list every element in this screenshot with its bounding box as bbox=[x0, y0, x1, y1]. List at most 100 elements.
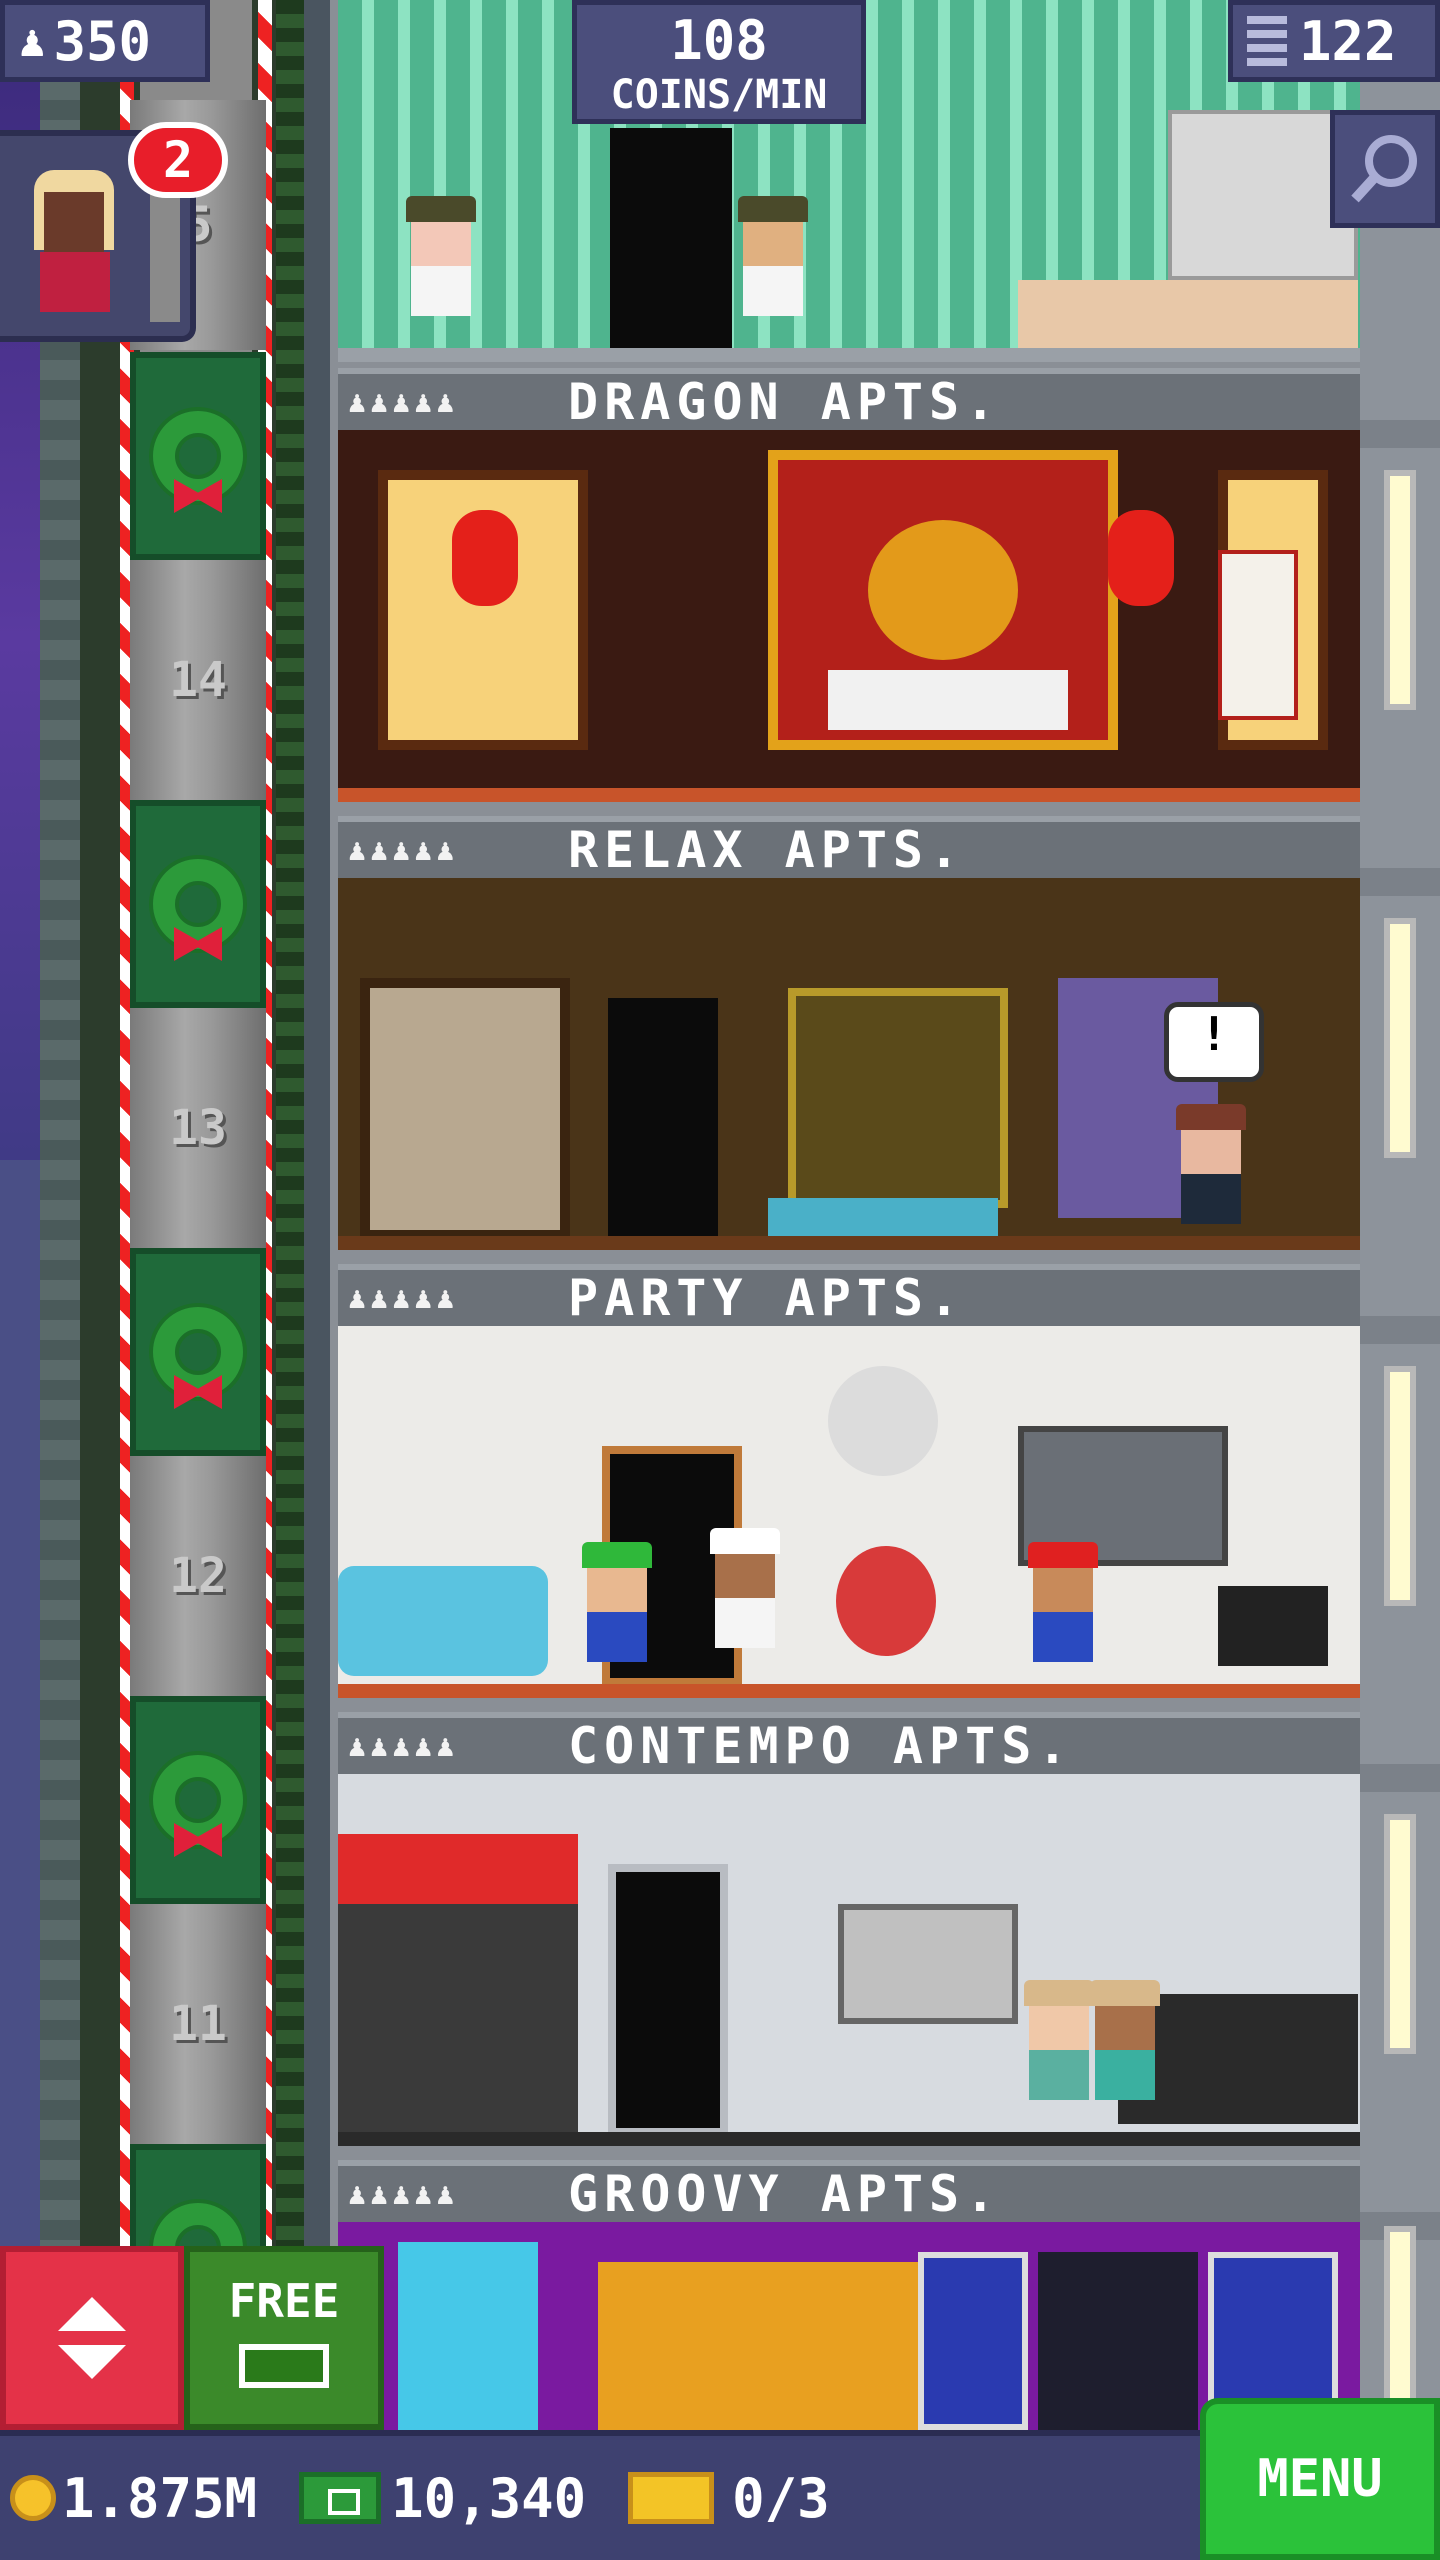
ticket-icon bbox=[628, 2472, 715, 2524]
floor-label-relax[interactable]: ♟♟♟♟♟ RELAX APTS. bbox=[338, 816, 1360, 879]
dark-panel bbox=[1038, 2252, 1198, 2430]
wreath-decoration bbox=[130, 352, 266, 560]
visitor-body bbox=[40, 252, 110, 312]
dj-deck bbox=[1218, 1586, 1328, 1666]
population-counter[interactable]: ♟ 350 bbox=[0, 0, 210, 82]
wreath-icon bbox=[153, 1307, 243, 1409]
coins-per-minute[interactable]: 108 COINS/MIN bbox=[572, 0, 866, 124]
wreath-decoration bbox=[130, 800, 266, 1008]
coin-icon bbox=[10, 2475, 56, 2521]
free-bux-button[interactable]: FREE bbox=[184, 2246, 384, 2430]
sofa bbox=[338, 1566, 548, 1676]
floor-name: DRAGON APTS. bbox=[568, 373, 1002, 431]
floor-counter[interactable]: 122 bbox=[1228, 0, 1440, 82]
visitor-face bbox=[44, 192, 104, 252]
floor-line bbox=[338, 1684, 1360, 1698]
magnifier-icon bbox=[1351, 135, 1417, 203]
relax-apts-room[interactable]: ! bbox=[338, 878, 1360, 1250]
wreath-icon bbox=[153, 859, 243, 961]
floor-line bbox=[338, 2132, 1360, 2146]
elevator-floor-13[interactable]: 13 bbox=[130, 1008, 266, 1248]
lattice-window bbox=[360, 978, 570, 1240]
search-button[interactable] bbox=[1330, 110, 1440, 228]
tickets-display[interactable]: 0/3 bbox=[628, 2467, 830, 2530]
floor-label-party[interactable]: ♟♟♟♟♟ PARTY APTS. bbox=[338, 1264, 1360, 1327]
building-icon bbox=[1247, 16, 1287, 66]
contempo-door bbox=[608, 1864, 728, 2136]
elevator-floor-11[interactable]: 11 bbox=[130, 1904, 266, 2144]
dragon-emblem bbox=[868, 520, 1018, 660]
resident[interactable] bbox=[582, 1542, 652, 1662]
coins-per-min-value: 108 bbox=[670, 9, 768, 72]
side-window bbox=[1384, 1814, 1416, 2054]
menu-button[interactable]: MENU bbox=[1200, 2398, 1440, 2560]
lobby-staff[interactable] bbox=[406, 196, 476, 316]
arrow-up-icon bbox=[58, 2297, 126, 2331]
disco-ball bbox=[828, 1366, 938, 1476]
elevator-floor-12[interactable]: 12 bbox=[130, 1456, 266, 1696]
dark-wall bbox=[338, 1834, 578, 2134]
contempo-apts-room[interactable] bbox=[338, 1774, 1360, 2146]
lobby-staff[interactable] bbox=[738, 196, 808, 316]
floor-label-contempo[interactable]: ♟♟♟♟♟ CONTEMPO APTS. bbox=[338, 1712, 1360, 1775]
visitor-elevator-edge bbox=[150, 192, 180, 322]
groovy-wall bbox=[598, 2262, 958, 2430]
floor-number: 14 bbox=[169, 652, 227, 708]
lantern bbox=[452, 510, 518, 606]
bux-icon bbox=[239, 2344, 329, 2388]
side-window bbox=[1384, 918, 1416, 1158]
arrow-down-icon bbox=[58, 2345, 126, 2379]
floor-number: 13 bbox=[169, 1100, 227, 1156]
dragon-apts-room[interactable] bbox=[338, 430, 1360, 802]
floor-line bbox=[338, 1236, 1360, 1250]
floor-name: RELAX APTS. bbox=[568, 821, 966, 879]
coins-value: 1.875M bbox=[62, 2466, 258, 2530]
floor-label-dragon[interactable]: ♟♟♟♟♟ DRAGON APTS. bbox=[338, 368, 1360, 431]
floor-label-groovy[interactable]: ♟♟♟♟♟ GROOVY APTS. bbox=[338, 2160, 1360, 2223]
coins-display[interactable]: 1.875M bbox=[10, 2467, 257, 2530]
wreath-icon bbox=[153, 1755, 243, 1857]
shaft-cable bbox=[276, 0, 304, 2430]
bed bbox=[828, 670, 1068, 730]
bux-icon bbox=[299, 2472, 382, 2524]
residents-indicator: ♟♟♟♟♟ bbox=[348, 384, 459, 420]
floor-name: PARTY APTS. bbox=[568, 1269, 966, 1327]
right-wall bbox=[1360, 0, 1440, 2430]
population-value: 350 bbox=[53, 9, 152, 73]
speech-bubble[interactable]: ! bbox=[1164, 1002, 1264, 1082]
gold-panel bbox=[788, 988, 1008, 1208]
side-window bbox=[1384, 1366, 1416, 1606]
floor-name: CONTEMPO APTS. bbox=[568, 1717, 1074, 1775]
resident[interactable] bbox=[1028, 1542, 1098, 1662]
party-apts-room[interactable] bbox=[338, 1326, 1360, 1698]
wreath-decoration bbox=[130, 1248, 266, 1456]
resident[interactable] bbox=[1024, 1980, 1094, 2100]
background-skyline bbox=[0, 1160, 40, 2360]
floor-number: 11 bbox=[169, 1996, 227, 2052]
lobby-floor-line bbox=[338, 348, 1360, 362]
lobby-door bbox=[610, 128, 732, 362]
residents-indicator: ♟♟♟♟♟ bbox=[348, 2176, 459, 2212]
residents-indicator: ♟♟♟♟♟ bbox=[348, 1728, 459, 1764]
tickets-value: 0/3 bbox=[732, 2466, 830, 2530]
bux-display[interactable]: 10,340 bbox=[299, 2467, 586, 2530]
resident[interactable] bbox=[1090, 1980, 1160, 2100]
egg-chair bbox=[836, 1546, 936, 1656]
lobby-counter bbox=[1018, 280, 1358, 350]
resident[interactable] bbox=[1176, 1104, 1246, 1224]
resident[interactable] bbox=[710, 1528, 780, 1648]
relax-door bbox=[608, 998, 718, 1238]
lava-lamp bbox=[398, 2242, 538, 2430]
person-icon: ♟ bbox=[19, 15, 46, 67]
shaft-wall bbox=[40, 0, 80, 2430]
groovy-apts-room[interactable] bbox=[338, 2222, 1360, 2430]
residents-indicator: ♟♟♟♟♟ bbox=[348, 1280, 459, 1316]
side-window bbox=[1384, 2226, 1416, 2416]
elevator-floor-14[interactable]: 14 bbox=[130, 560, 266, 800]
side-window bbox=[1384, 470, 1416, 710]
elevator-button[interactable] bbox=[0, 2246, 184, 2430]
notification-badge: 2 bbox=[128, 122, 228, 198]
flag-panel bbox=[918, 2252, 1028, 2430]
floor-number: 12 bbox=[169, 1548, 227, 1604]
free-label: FREE bbox=[228, 2274, 340, 2328]
